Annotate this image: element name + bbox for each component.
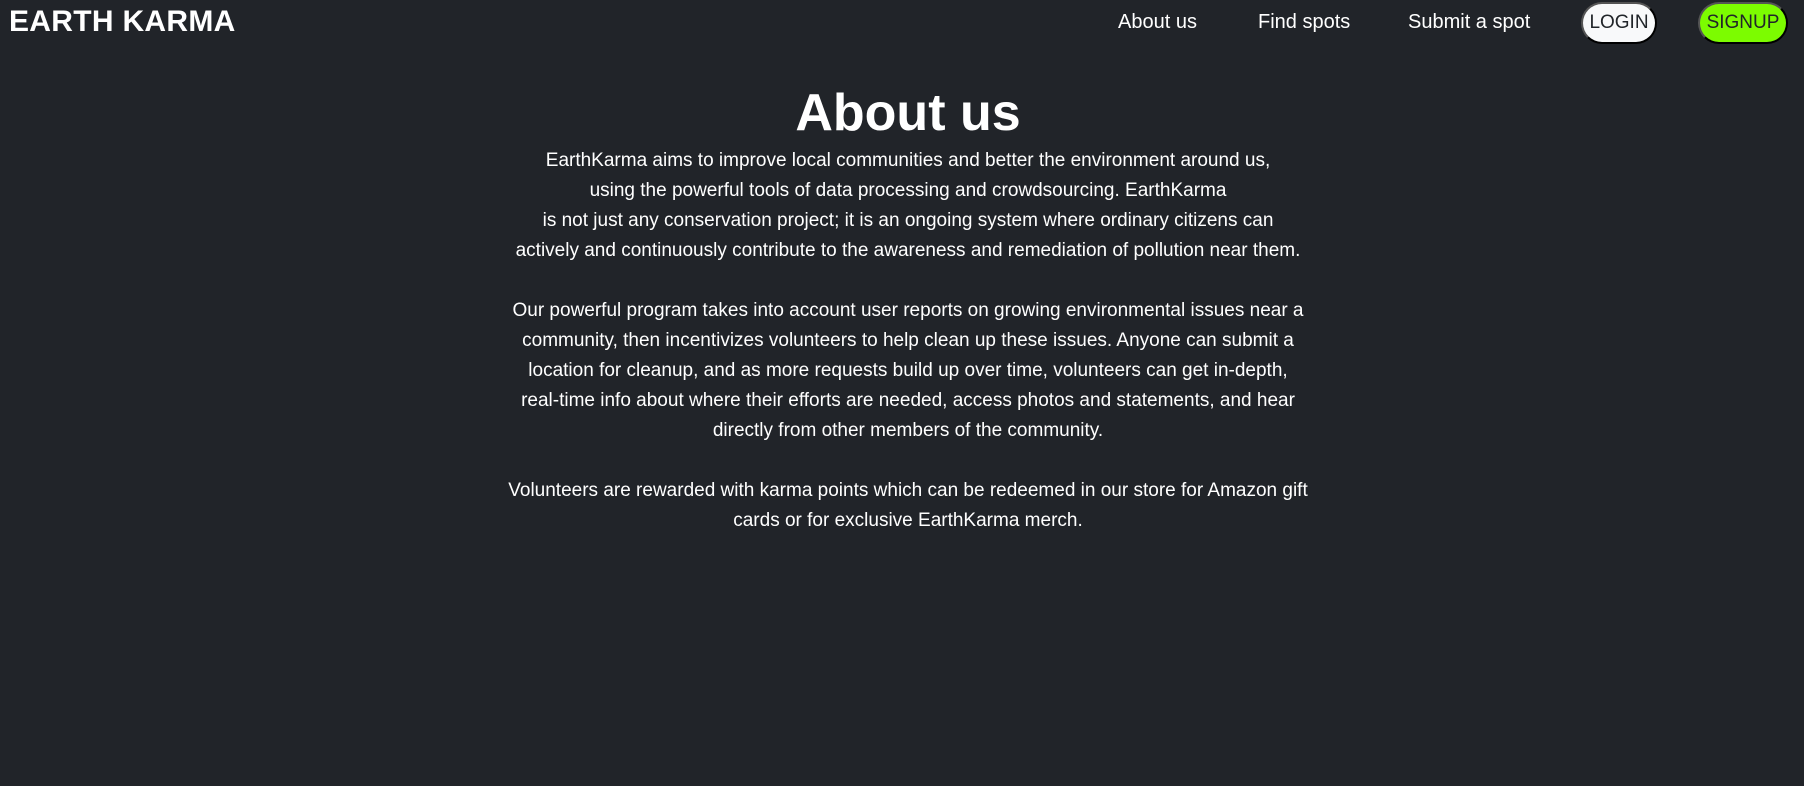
paragraph-line: Our powerful program takes into account …	[512, 300, 1304, 321]
about-paragraph-mission: EarthKarma aims to improve local communi…	[452, 146, 1364, 266]
navbar: EARTH KARMA About us Find spots Submit a…	[0, 0, 1804, 46]
paragraph-line: location for cleanup, and as more reques…	[528, 360, 1288, 381]
paragraph-line: actively and continuously contribute to …	[515, 240, 1301, 261]
page: EARTH KARMA About us Find spots Submit a…	[0, 0, 1804, 786]
paragraph-line: is not just any conservation project; it…	[542, 210, 1274, 231]
about-paragraph-program: Our powerful program takes into account …	[452, 296, 1364, 446]
paragraph-line: directly from other members of the commu…	[712, 420, 1104, 441]
about-section: About us EarthKarma aims to improve loca…	[452, 80, 1364, 536]
nav-link-submit-spot[interactable]: Submit a spot	[1408, 11, 1530, 34]
login-button[interactable]: LOGIN	[1581, 2, 1657, 44]
page-title: About us	[795, 84, 1021, 142]
paragraph-line: EarthKarma aims to improve local communi…	[545, 150, 1271, 171]
paragraph-line: Volunteers are rewarded with karma point…	[508, 480, 1308, 501]
about-paragraph-rewards: Volunteers are rewarded with karma point…	[452, 476, 1364, 536]
paragraph-line: cards or for exclusive EarthKarma merch.	[733, 510, 1083, 531]
nav-link-find-spots[interactable]: Find spots	[1258, 11, 1350, 34]
paragraph-line: real-time info about where their efforts…	[521, 390, 1295, 411]
paragraph-line: community, then incentivizes volunteers …	[522, 330, 1294, 351]
brand-logo[interactable]: EARTH KARMA	[9, 5, 236, 39]
signup-button[interactable]: SIGNUP	[1698, 2, 1788, 44]
paragraph-line: using the powerful tools of data process…	[589, 180, 1227, 201]
nav-link-about-us[interactable]: About us	[1118, 11, 1197, 34]
